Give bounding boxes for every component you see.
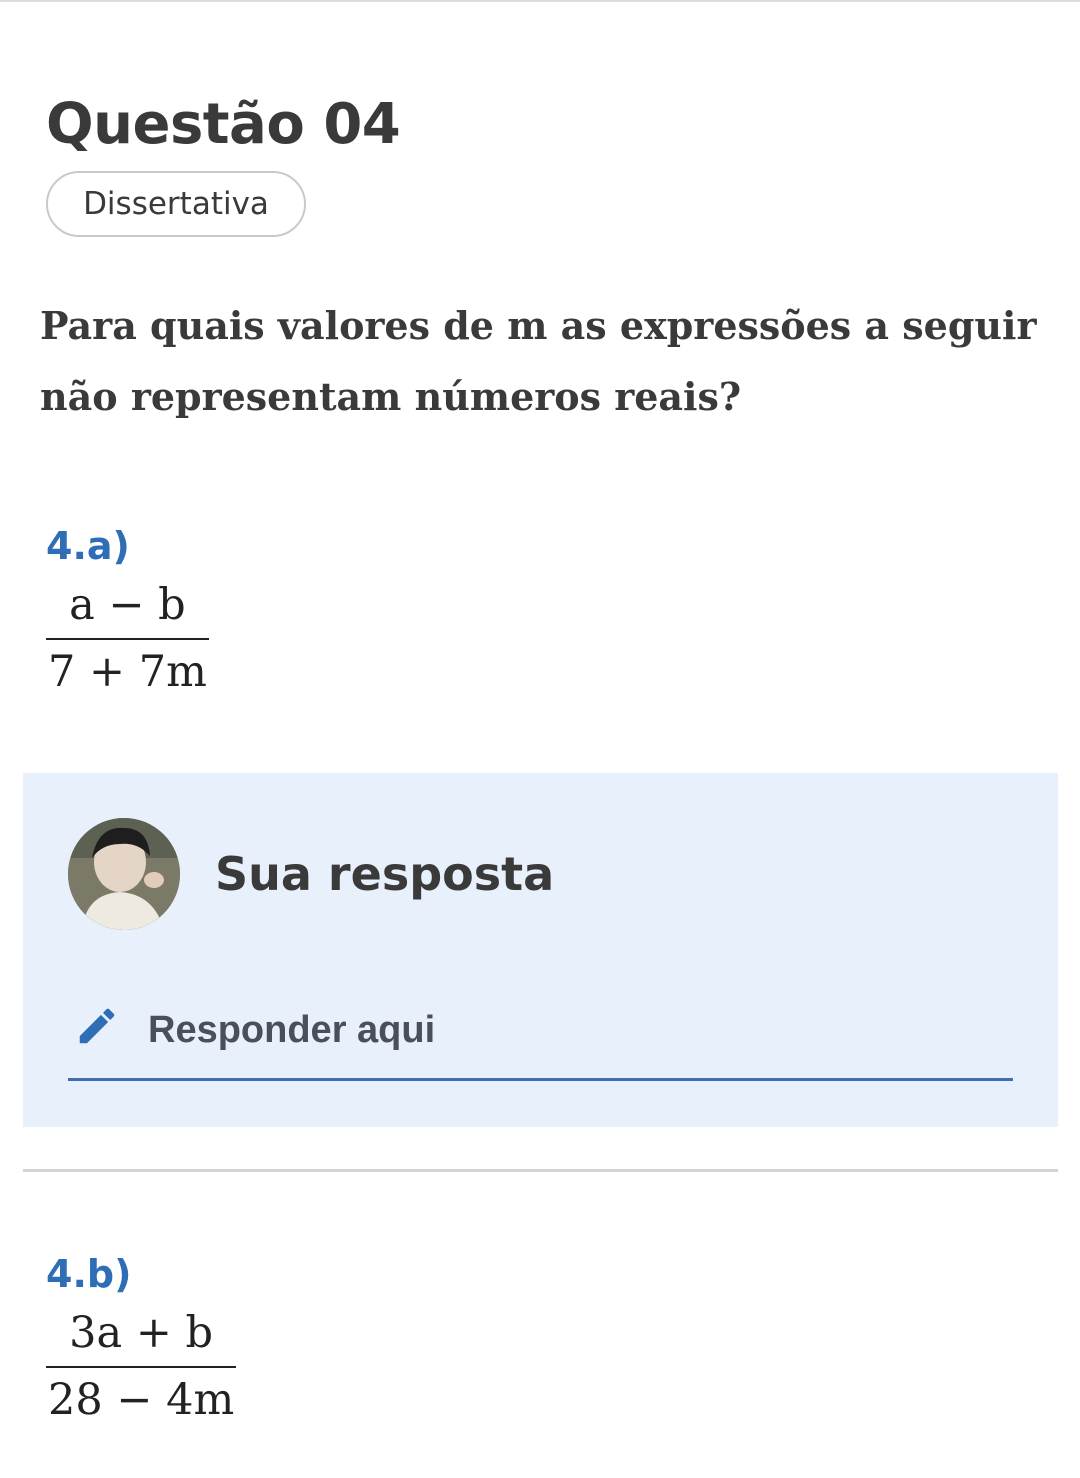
question-statement: Para quais valores de m as expressões a … (40, 290, 1040, 432)
answer-input[interactable]: Responder aqui (68, 993, 1013, 1081)
part-a-expression: a − b 7 + 7m (46, 578, 209, 700)
pencil-icon (79, 1008, 115, 1044)
question-title: Questão 04 (46, 92, 401, 157)
part-a-denominator: 7 + 7m (48, 647, 207, 697)
part-b-denominator: 28 − 4m (48, 1375, 235, 1425)
section-divider (23, 1169, 1058, 1172)
statement-line-2: não representam números reais? (40, 374, 742, 419)
question-type-badge: Dissertativa (46, 171, 306, 237)
statement-line-1: Para quais valores de m as expressões a … (40, 303, 1037, 348)
part-a-numerator: a − b (69, 580, 186, 630)
top-divider (0, 0, 1080, 2)
part-b-expression: 3a + b 28 − 4m (46, 1306, 237, 1428)
answer-panel: Sua resposta Responder aqui (23, 773, 1058, 1127)
answer-heading: Sua resposta (215, 847, 555, 901)
part-b-numerator: 3a + b (69, 1308, 214, 1358)
answer-placeholder: Responder aqui (148, 1009, 436, 1051)
part-a-label: 4.a) (46, 524, 130, 568)
user-avatar (68, 818, 180, 930)
part-b-label: 4.b) (46, 1252, 132, 1296)
